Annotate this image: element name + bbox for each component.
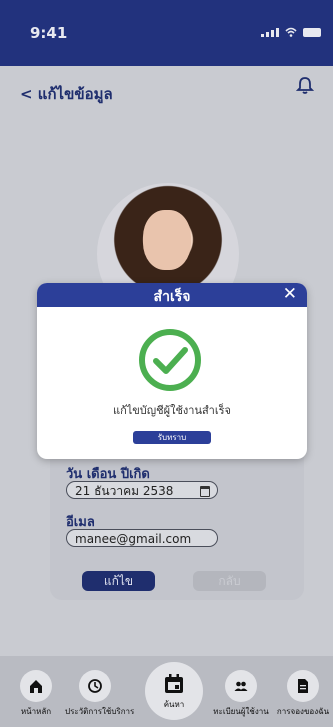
nav-home-label: หน้าหลัก — [20, 707, 52, 716]
birthdate-input[interactable]: 21 ธันวาคม 2538 — [66, 481, 218, 499]
status-bar: 9:41 — [0, 0, 333, 66]
success-modal: สำเร็จ ✕ แก้ไขบัญชีผู้ใช้งานสำเร็จ รับทร… — [37, 283, 307, 459]
bottom-nav: หน้าหลัก ประวัติการใช้บริการ ค้นหา ทะเบี… — [0, 656, 333, 727]
back-link[interactable]: < แก้ไขข้อมูล — [20, 82, 113, 106]
history-icon — [79, 670, 111, 702]
nav-history-label: ประวัติการใช้บริการ — [65, 707, 135, 716]
edit-button[interactable]: แก้ไข — [82, 571, 155, 591]
users-icon — [225, 670, 257, 702]
bell-icon[interactable] — [296, 76, 314, 96]
wifi-icon — [285, 27, 297, 37]
nav-bookings-label: การจองของฉัน — [276, 707, 330, 716]
battery-icon — [303, 28, 321, 37]
nav-search[interactable]: ค้นหา — [145, 662, 203, 720]
calendar-icon — [165, 673, 183, 693]
nav-bookings[interactable]: การจองของฉัน — [273, 670, 333, 718]
home-icon — [20, 670, 52, 702]
nav-users[interactable]: ทะเบียนผู้ใช้งาน — [211, 670, 271, 718]
acknowledge-button[interactable]: รับทราบ — [133, 431, 211, 444]
email-input[interactable]: manee@gmail.com — [66, 529, 218, 547]
document-icon — [287, 670, 319, 702]
email-value: manee@gmail.com — [75, 532, 192, 546]
modal-message: แก้ไขบัญชีผู้ใช้งานสำเร็จ — [113, 404, 231, 417]
nav-search-label: ค้นหา — [163, 699, 185, 709]
check-circle-icon — [139, 329, 201, 391]
avatar-face — [143, 210, 191, 270]
status-time: 9:41 — [30, 24, 68, 42]
close-icon[interactable]: ✕ — [283, 284, 297, 304]
birthdate-value: 21 ธันวาคม 2538 — [75, 484, 174, 498]
signal-icon — [261, 28, 279, 37]
calendar-picker-icon[interactable] — [200, 486, 210, 497]
modal-title: สำเร็จ — [153, 289, 191, 305]
system-icons — [261, 27, 321, 37]
modal-header: สำเร็จ ✕ — [37, 283, 307, 307]
nav-users-label: ทะเบียนผู้ใช้งาน — [213, 707, 269, 716]
back-button[interactable]: กลับ — [193, 571, 266, 591]
nav-history[interactable]: ประวัติการใช้บริการ — [65, 670, 135, 718]
nav-home[interactable]: หน้าหลัก — [6, 670, 66, 718]
